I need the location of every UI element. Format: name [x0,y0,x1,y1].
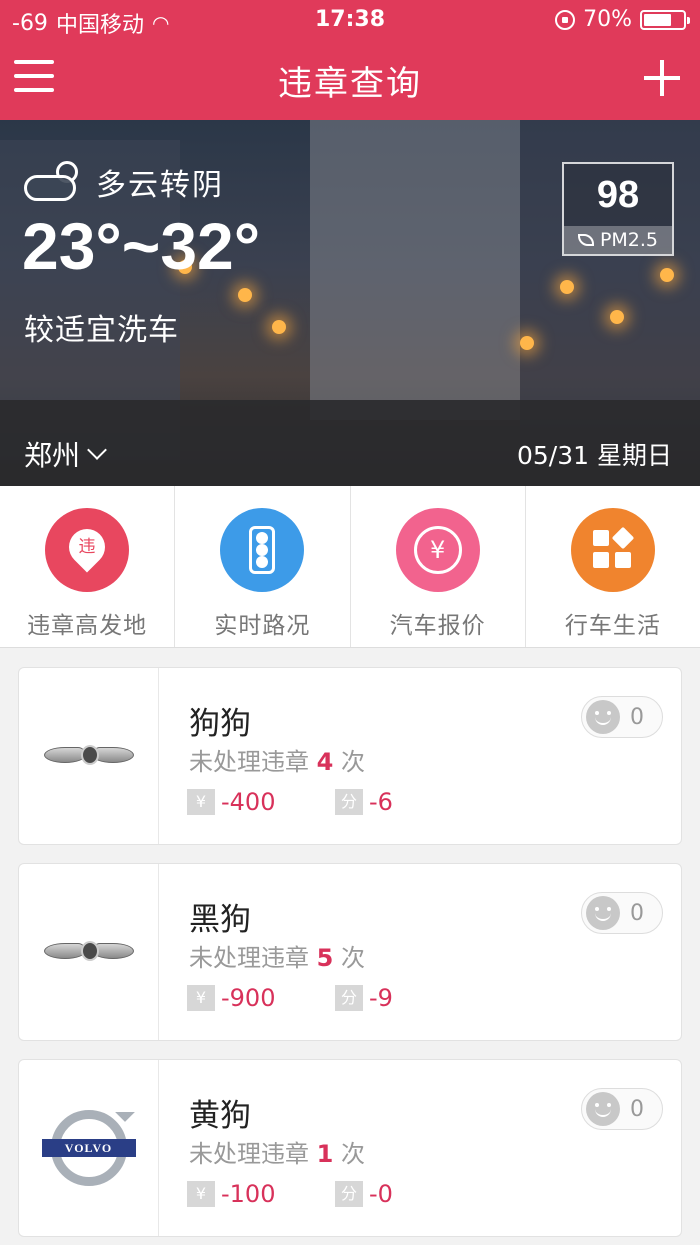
street-light [520,336,534,350]
car-wash-index: 较适宜洗车 [24,313,179,348]
app-header: -69 中国移动 ◠ 17:38 70% 违章查询 [0,0,700,120]
car-card[interactable]: VOLVO 黄狗 未处理违章 1 次 ¥ -100 分 -0 0 [18,1059,682,1237]
points-deducted: -6 [369,788,393,816]
street-light [272,320,286,334]
battery-percent: 70% [583,7,632,32]
quick-nav-violation-hotspots[interactable]: 违 违章高发地 [0,486,176,647]
violation-unit: 次 [340,748,365,776]
violation-summary: 未处理违章 1 次 [189,1134,365,1169]
street-light [238,288,252,302]
violation-unit: 次 [340,944,365,972]
apps-grid-icon [592,526,635,570]
quick-nav-label: 实时路况 [214,613,311,639]
chevron-down-icon [87,440,107,460]
points-deducted: -0 [369,1180,393,1208]
fine-amount: -400 [221,788,276,816]
violation-text: 未处理违章 [189,1140,309,1168]
volvo-wordmark: VOLVO [41,1139,136,1157]
smiley-icon [586,700,620,734]
quick-nav-label: 汽车报价 [389,613,486,639]
car-name: 黑狗 [189,902,251,938]
violation-count: 4 [316,748,334,776]
points-tag-icon: 分 [335,789,363,815]
violation-pin-icon: 违 [61,521,113,573]
status-bar: -69 中国移动 ◠ 17:38 70% [0,0,700,40]
weather-condition-text: 多云转阴 [96,168,224,203]
winged-badge-logo [43,741,134,771]
quick-nav-driving-life[interactable]: 行车生活 [526,486,700,647]
traffic-badge [220,508,305,592]
violation-text: 未处理违章 [189,944,309,972]
quick-nav-car-prices[interactable]: ¥ 汽车报价 [351,486,526,647]
points-deducted: -9 [369,984,393,1012]
penalty-row: ¥ -900 分 -9 [187,984,483,1012]
date-label: 05/31 星期日 [517,441,672,470]
brand-logo-cell: VOLVO [19,1060,159,1236]
add-car-icon[interactable] [644,60,680,96]
yen-refresh-icon: ¥ [413,526,462,574]
winged-badge-logo [43,937,134,967]
city-name: 郑州 [24,439,81,472]
nav-bar: 违章查询 [0,40,700,120]
city-selector[interactable]: 郑州 [24,434,107,474]
smiley-icon [586,896,620,930]
leaf-icon [577,234,594,246]
street-light [560,280,574,294]
penalty-row: ¥ -100 分 -0 [187,1180,483,1208]
driving-life-badge [570,508,655,592]
pm25-label: PM2.5 [599,229,659,251]
volvo-logo: VOLVO [41,1110,136,1186]
pin-glyph: 违 [78,537,96,557]
violation-count: 5 [316,944,334,972]
street-light [610,310,624,324]
fine-tag-icon: ¥ [187,985,215,1011]
fine-tag-icon: ¥ [187,789,215,815]
fine-amount: -100 [221,1180,276,1208]
violation-unit: 次 [340,1140,365,1168]
quick-nav-traffic[interactable]: 实时路况 [175,486,351,647]
background-building [310,120,520,420]
pm25-value: 98 [596,174,640,216]
penalty-row: ¥ -400 分 -6 [187,788,483,816]
fine-amount: -900 [221,984,276,1012]
points-tag-icon: 分 [335,1181,363,1207]
traffic-light-icon [249,526,276,574]
violation-summary: 未处理违章 5 次 [189,938,365,973]
partly-cloudy-icon [24,161,82,203]
points-tag-icon: 分 [335,985,363,1011]
car-name: 狗狗 [189,706,251,742]
like-count: 0 [630,900,644,926]
like-button[interactable]: 0 [581,892,663,934]
brand-logo-cell [19,668,159,844]
smiley-icon [586,1092,620,1126]
like-count: 0 [630,1096,644,1122]
car-card[interactable]: 黑狗 未处理违章 5 次 ¥ -900 分 -9 0 [18,863,682,1041]
violation-count: 1 [316,1140,334,1168]
page-title: 违章查询 [278,64,422,104]
car-name: 黄狗 [189,1098,251,1134]
weather-condition: 多云转阴 [24,160,224,204]
violation-text: 未处理违章 [189,748,309,776]
quick-nav-label: 行车生活 [564,613,661,639]
pm25-badge: 98 PM2.5 [562,162,674,256]
quick-nav-label: 违章高发地 [27,613,148,639]
fine-tag-icon: ¥ [187,1181,215,1207]
like-button[interactable]: 0 [581,1088,663,1130]
like-count: 0 [630,704,644,730]
brand-logo-cell [19,864,159,1040]
rotation-lock-icon [555,9,576,30]
battery-icon [640,9,690,30]
like-button[interactable]: 0 [581,696,663,738]
temperature-range: 23°~32° [22,209,261,283]
quick-nav: 违 违章高发地 实时路况 ¥ 汽车报价 行车生活 [0,486,700,648]
weather-banner: 多云转阴 23°~32° 较适宜洗车 98 PM2.5 郑州 05/31 星期日 [0,120,700,486]
car-price-badge: ¥ [395,508,480,592]
violation-hotspot-badge: 违 [45,508,130,592]
violation-summary: 未处理违章 4 次 [189,742,365,777]
car-card[interactable]: 狗狗 未处理违章 4 次 ¥ -400 分 -6 0 [18,667,682,845]
street-light [660,268,674,282]
